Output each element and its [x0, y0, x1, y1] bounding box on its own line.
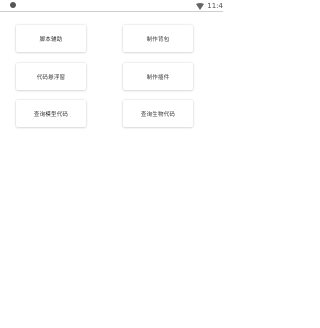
make-plugin-button[interactable]: 制作插件	[123, 63, 193, 90]
query-model-code-label: 查询模型代码	[33, 111, 69, 118]
make-plugin-label: 制作插件	[146, 74, 170, 81]
query-creature-code-label: 查询生物代码	[140, 111, 176, 118]
query-model-code-button[interactable]: 查询模型代码	[16, 100, 86, 127]
make-backpack-label: 制作背包	[146, 36, 170, 43]
script-helper-label: 脚本辅助	[39, 36, 63, 43]
script-helper-button[interactable]: 脚本辅助	[16, 25, 86, 52]
query-creature-code-button[interactable]: 查询生物代码	[123, 100, 193, 127]
tool-grid: 脚本辅助 制作背包 代码悬浮窗 制作插件 查询模型代码 查询生物代码	[0, 0, 223, 328]
code-floating-window-label: 代码悬浮窗	[36, 74, 66, 81]
code-floating-window-button[interactable]: 代码悬浮窗	[16, 63, 86, 90]
make-backpack-button[interactable]: 制作背包	[123, 25, 193, 52]
